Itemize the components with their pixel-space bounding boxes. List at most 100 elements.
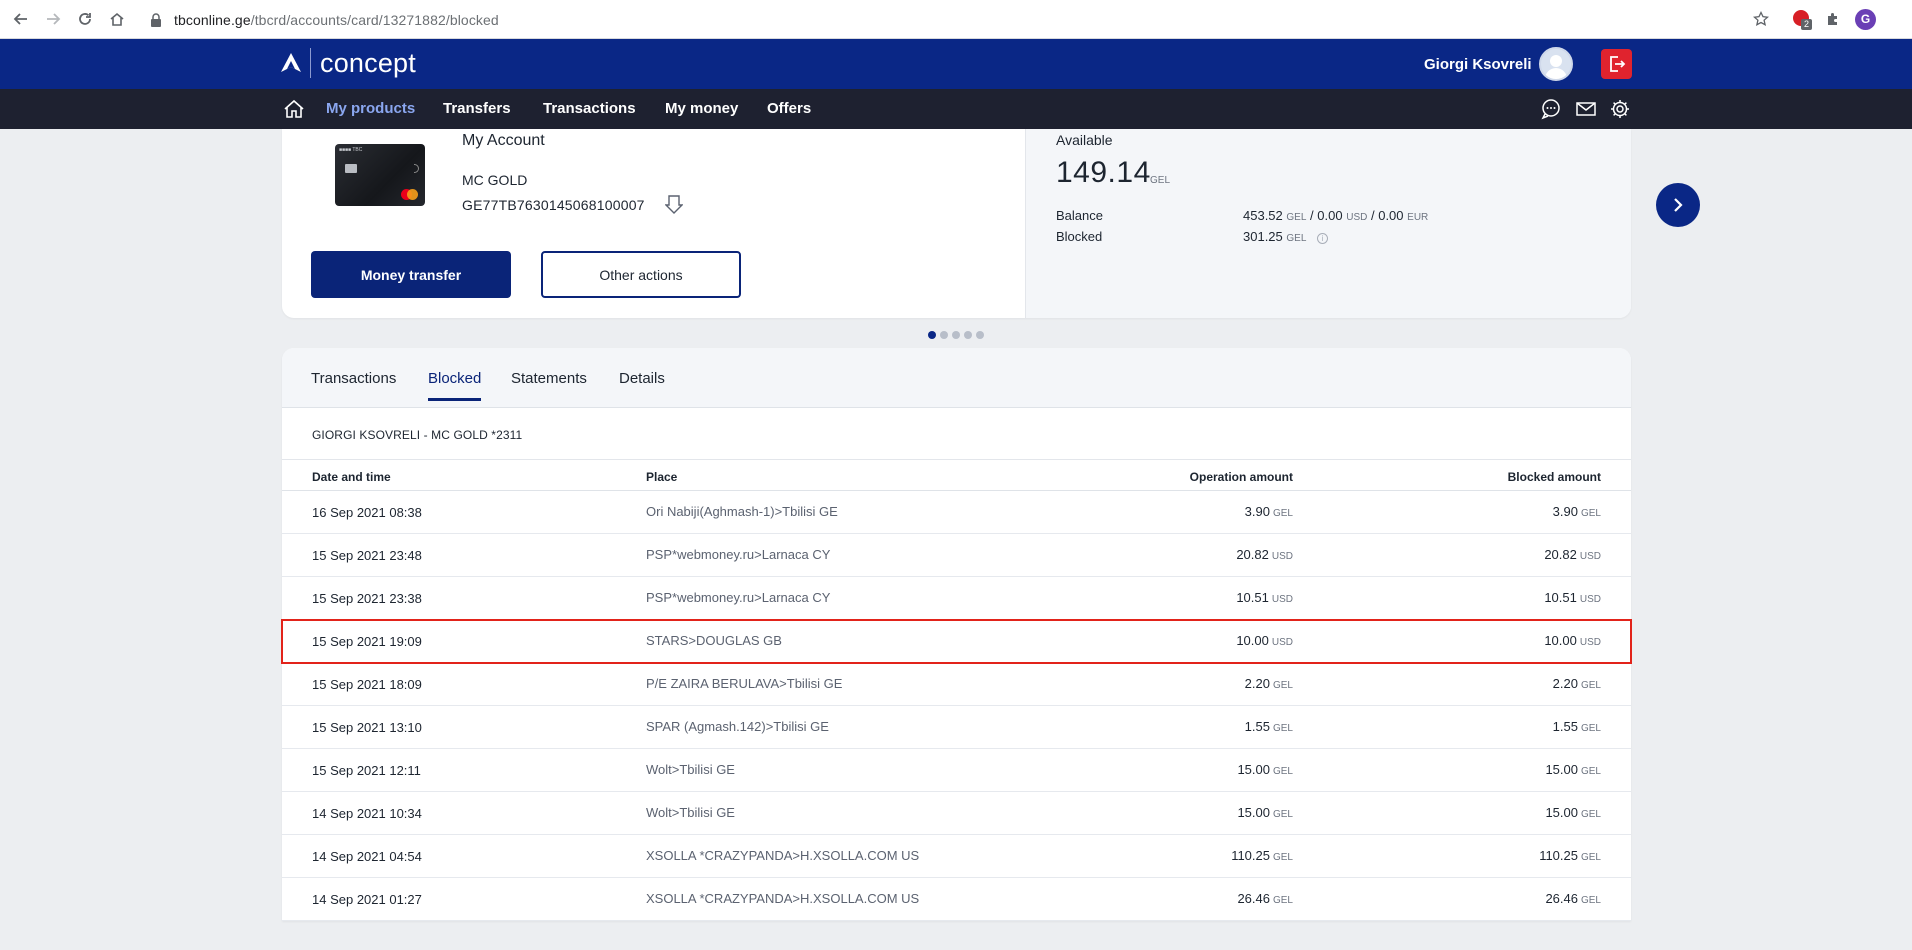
divider xyxy=(282,459,1631,460)
row-place: Ori Nabiji(Aghmash-1)>Tbilisi GE xyxy=(646,504,838,519)
blocked-amount-value: 110.25 xyxy=(1539,848,1578,863)
logout-button[interactable] xyxy=(1601,49,1632,79)
logo-text: concept xyxy=(320,48,416,78)
blocked-amount-value: 3.90 xyxy=(1552,504,1578,519)
carousel-dot[interactable] xyxy=(928,331,936,339)
operation-amount-currency: USD xyxy=(1271,594,1293,605)
carousel-dot[interactable] xyxy=(952,331,960,339)
carousel-dot[interactable] xyxy=(964,331,972,339)
info-icon[interactable]: i xyxy=(1317,233,1329,244)
blocked-value: 301.25 GEL i xyxy=(1243,229,1329,244)
blocked-amount-currency: GEL xyxy=(1580,809,1601,820)
row-blocked-amount: 2.20 GEL xyxy=(1553,676,1601,691)
row-operation-amount: 20.82 USD xyxy=(1236,547,1293,562)
chevron-right-icon xyxy=(1674,198,1683,212)
row-operation-amount: 2.20 GEL xyxy=(1245,676,1293,691)
user-avatar[interactable] xyxy=(1539,47,1573,81)
download-icon[interactable] xyxy=(665,194,683,214)
extensions-puzzle-icon[interactable] xyxy=(1822,8,1844,30)
home-icon[interactable] xyxy=(282,97,306,121)
nav-offers[interactable]: Offers xyxy=(767,100,811,117)
blocked-amount-currency: USD xyxy=(1579,637,1601,648)
logo-mark-icon xyxy=(281,53,301,72)
chat-icon[interactable] xyxy=(1540,98,1562,120)
tab-transactions[interactable]: Transactions xyxy=(311,370,396,401)
table-row[interactable]: 15 Sep 2021 12:11 Wolt>Tbilisi GE 15.00 GEL… xyxy=(282,749,1631,792)
balance-separator: / xyxy=(1310,208,1314,223)
blocked-amount: 301.25 xyxy=(1243,229,1283,244)
table-row[interactable]: 15 Sep 2021 18:09 P/E ZAIRA BERULAVA>Tbil… xyxy=(282,663,1631,706)
nav-transactions[interactable]: Transactions xyxy=(543,100,636,117)
operation-amount-currency: GEL xyxy=(1272,809,1293,820)
extension-badge-icon[interactable]: 2 xyxy=(1791,8,1813,30)
nav-my-money[interactable]: My money xyxy=(665,100,738,117)
other-actions-button[interactable]: Other actions xyxy=(541,251,741,298)
blocked-label: Blocked xyxy=(1056,229,1103,244)
row-operation-amount: 10.51 USD xyxy=(1236,590,1293,605)
bookmark-star-icon[interactable] xyxy=(1750,8,1772,30)
balance-values: 453.52 GEL / 0.00 USD / 0.00 EUR xyxy=(1243,208,1428,223)
tabs-bar: Transactions Blocked Statements Details xyxy=(282,348,1631,408)
table-row[interactable]: 14 Sep 2021 10:34 Wolt>Tbilisi GE 15.00 GEL… xyxy=(282,792,1631,835)
table-row[interactable]: 15 Sep 2021 19:09 STARS>DOUGLAS GB 10.00 US… xyxy=(281,619,1632,664)
table-row[interactable]: 16 Sep 2021 08:38 Ori Nabiji(Aghmash-1)>T… xyxy=(282,491,1631,534)
table-row[interactable]: 14 Sep 2021 01:27 XSOLLA *CRAZYPANDA>H.XS… xyxy=(282,878,1631,921)
operation-amount-value: 110.25 xyxy=(1231,848,1270,863)
operation-amount-currency: GEL xyxy=(1272,852,1293,863)
lock-icon[interactable] xyxy=(150,13,162,27)
browser-profile-avatar[interactable]: G xyxy=(1855,9,1876,30)
forward-arrow-icon[interactable] xyxy=(42,8,64,30)
row-operation-amount: 1.55 GEL xyxy=(1245,719,1293,734)
tab-statements[interactable]: Statements xyxy=(511,370,587,401)
column-header-operation-amount: Operation amount xyxy=(1189,470,1293,484)
blocked-amount-currency: GEL xyxy=(1580,766,1601,777)
row-date: 14 Sep 2021 01:27 xyxy=(312,892,422,907)
blocked-amount-currency: USD xyxy=(1579,551,1601,562)
user-name[interactable]: Giorgi Ksovreli xyxy=(1424,56,1532,73)
next-card-button[interactable] xyxy=(1656,183,1700,227)
column-header-date: Date and time xyxy=(312,470,391,484)
mail-icon[interactable] xyxy=(1575,98,1597,120)
back-arrow-icon[interactable] xyxy=(10,8,32,30)
blocked-amount-value: 10.00 xyxy=(1544,633,1577,648)
operation-amount-value: 3.90 xyxy=(1244,504,1270,519)
address-bar[interactable]: tbconline.ge/tbcrd/accounts/card/1327188… xyxy=(174,12,499,28)
carousel-dot[interactable] xyxy=(940,331,948,339)
row-place: PSP*webmoney.ru>Larnaca CY xyxy=(646,590,831,605)
row-place: XSOLLA *CRAZYPANDA>H.XSOLLA.COM US xyxy=(646,891,920,906)
operation-amount-value: 15.00 xyxy=(1237,762,1270,777)
balance-panel: Available 149.14 GEL Balance 453.52 GEL … xyxy=(1025,129,1631,318)
blocked-amount-value: 20.82 xyxy=(1544,547,1577,562)
gear-icon[interactable] xyxy=(1609,98,1631,120)
table-row[interactable]: 15 Sep 2021 13:10 SPAR (Agmash.142)>Tbili… xyxy=(282,706,1631,749)
table-row[interactable]: 15 Sep 2021 23:38 PSP*webmoney.ru>Larnaca… xyxy=(282,577,1631,620)
carousel-dot[interactable] xyxy=(976,331,984,339)
extension-badge-count: 2 xyxy=(1801,19,1812,30)
row-date: 14 Sep 2021 04:54 xyxy=(312,849,422,864)
row-operation-amount: 15.00 GEL xyxy=(1237,762,1293,777)
nav-transfers[interactable]: Transfers xyxy=(443,100,511,117)
card-image: ■■■■ TBC xyxy=(335,144,425,206)
row-date: 15 Sep 2021 19:09 xyxy=(312,634,422,649)
nav-my-products[interactable]: My products xyxy=(326,100,415,117)
row-place: Wolt>Tbilisi GE xyxy=(646,805,735,820)
reload-icon[interactable] xyxy=(74,8,96,30)
operation-amount-value: 26.46 xyxy=(1237,891,1270,906)
concept-logo[interactable]: concept xyxy=(280,48,416,78)
blocked-amount-currency: GEL xyxy=(1580,895,1601,906)
main-nav: My products Transfers Transactions My mo… xyxy=(0,89,1912,129)
balance-eur: 0.00 xyxy=(1378,208,1404,223)
logout-icon xyxy=(1609,56,1625,72)
tab-details[interactable]: Details xyxy=(619,370,665,401)
operation-amount-currency: GEL xyxy=(1272,766,1293,777)
tab-blocked[interactable]: Blocked xyxy=(428,370,482,401)
available-currency: GEL xyxy=(1150,175,1171,186)
browser-home-icon[interactable] xyxy=(106,8,128,30)
table-row[interactable]: 14 Sep 2021 04:54 XSOLLA *CRAZYPANDA>H.XS… xyxy=(282,835,1631,878)
account-iban: GE77TB7630145068100007 xyxy=(462,197,645,213)
money-transfer-button[interactable]: Money transfer xyxy=(311,251,511,298)
table-row[interactable]: 15 Sep 2021 23:48 PSP*webmoney.ru>Larnaca… xyxy=(282,534,1631,577)
row-operation-amount: 15.00 GEL xyxy=(1237,805,1293,820)
row-blocked-amount: 15.00 GEL xyxy=(1545,762,1601,777)
row-operation-amount: 110.25 GEL xyxy=(1231,848,1293,863)
